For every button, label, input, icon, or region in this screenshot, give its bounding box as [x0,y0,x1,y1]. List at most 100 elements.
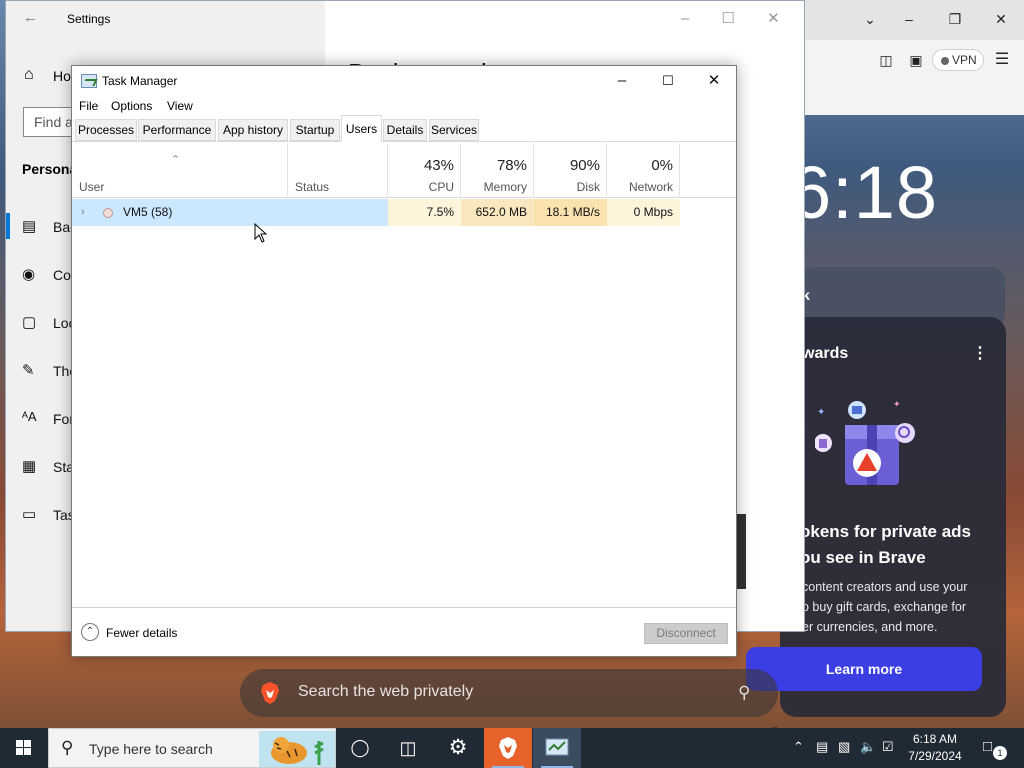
image-icon: ▤ [22,218,37,235]
brave-lion-icon [261,682,279,704]
maximize-button[interactable]: ☐ [645,70,691,94]
settings-gear-icon[interactable]: ⚙ [434,728,482,768]
volume-icon[interactable]: 🔈 [860,739,876,755]
rewards-description: content creators and use your o buy gift… [802,580,968,634]
task-manager-window: Task Manager – ☐ ✕ File Options View Pro… [71,65,737,657]
theme-brush-icon: ✎ [22,362,35,379]
tab-bar: Processes Performance App history Startu… [72,115,736,142]
close-icon[interactable]: ✕ [986,9,1016,29]
background-preview-edge [737,514,746,589]
tab-app-history[interactable]: App history [218,119,288,141]
home-label[interactable]: Ho [53,68,71,84]
sidebar-toggle-icon[interactable]: ◫ [871,50,901,70]
search-icon[interactable]: ⚲ [738,683,750,703]
col-network[interactable]: 0% Network [607,143,680,198]
tray-app-icon[interactable]: ▤ [816,739,828,755]
rewards-heading: okens for private ads ou see in Brave [800,522,972,567]
clock-time[interactable]: 6:18 AM [900,732,970,746]
tab-startup[interactable]: Startup [290,119,340,141]
disconnect-button[interactable]: Disconnect [644,623,728,644]
col-status[interactable]: Status [288,143,388,198]
palette-icon: ◉ [22,266,36,283]
home-icon[interactable]: ⌂ [24,66,34,84]
svg-text:✦: ✦ [893,399,901,409]
system-tray: ⌃ ▤ ▧ 🔈 ☑ 6:18 AM 7/29/2024 □ 1 [790,728,1024,768]
sort-caret-icon: ⌃ [171,154,181,166]
notifications-icon[interactable]: □ [983,738,992,755]
expand-chevron-icon[interactable]: › [81,199,85,226]
taskbar-search-box[interactable]: ⚲ Type here to search [48,728,336,768]
minimize-icon[interactable]: – [894,9,924,29]
col-disk[interactable]: 90% Disk [534,143,607,198]
brave-search-bar[interactable]: Search the web privately ⚲ [240,669,778,717]
settings-window-controls[interactable]: – ☐ ✕ [681,9,780,27]
learn-more-button[interactable]: Learn more [746,647,982,691]
rewards-gift-illustration: ✦ ✦ [815,399,915,485]
notification-count-badge: 1 [993,746,1007,760]
task-view-icon[interactable]: ◫ [384,728,432,768]
windows-logo-icon [16,740,31,755]
cortana-circle-icon[interactable]: ◯ [336,728,384,768]
fonts-icon: ᴬA [22,409,37,424]
card-more-options-icon[interactable]: ⋮ [972,343,988,363]
menu-file[interactable]: File [79,99,98,113]
col-cpu[interactable]: 43% CPU [388,143,461,198]
row-user-cell[interactable]: › VM5 (58) [72,199,388,226]
search-icon: ⚲ [61,738,74,757]
menu-view[interactable]: View [167,99,193,113]
row-memory-cell: 652.0 MB [461,199,534,226]
row-disk-cell: 18.1 MB/s [534,199,607,226]
chevron-up-circle-icon[interactable]: ⌃ [81,623,99,641]
start-grid-icon: ▦ [22,458,37,475]
table-row[interactable]: › VM5 (58) 7.5% 652.0 MB 18.1 MB/s 0 Mbp… [72,199,736,226]
tab-services[interactable]: Services [429,119,479,141]
brave-taskbar-button[interactable] [484,728,532,768]
taskbar-icon: ▭ [22,506,37,523]
brave-lion-icon [499,737,517,759]
lockscreen-icon: ▢ [22,314,37,331]
new-tab-clock: 6:18 [790,151,939,234]
task-manager-footer: ⌃ Fewer details Disconnect [72,607,736,656]
minimize-button[interactable]: – [599,70,645,94]
rewards-title: wards [802,345,849,362]
menu-hamburger-icon[interactable]: ☰ [987,50,1017,70]
col-memory[interactable]: 78% Memory [461,143,534,198]
settings-title: Settings [67,12,111,26]
mouse-cursor-icon [254,223,268,243]
menu-options[interactable]: Options [111,99,152,113]
clock-date[interactable]: 7/29/2024 [900,749,970,763]
taskbar: ⚲ Type here to search ◯ ◫ ⚙ ⌃ ▤ ▧ 🔈 ☑ 6:… [0,728,1024,768]
row-cpu-cell: 7.5% [388,199,461,226]
window-title: Task Manager [102,74,178,88]
column-headers: User Status 43% CPU 78% Memory 90% Disk 0% N… [72,143,736,198]
section-title: Persona [22,161,78,177]
action-center-tray-icon[interactable]: ☑ [882,739,894,755]
svg-text:✦: ✦ [817,407,825,418]
back-arrow-icon[interactable]: ← [23,9,38,26]
task-manager-titlebar[interactable]: Task Manager – ☐ ✕ [72,66,736,96]
brave-browser-toolbar: ⌄ – ❐ ✕ ◫ ▣ ☰ [805,0,1024,115]
tab-search-chevron-icon[interactable]: ⌄ [855,9,885,29]
vpn-status-icon [941,57,949,65]
restore-icon[interactable]: ❐ [940,9,970,29]
network-icon[interactable]: ▧ [838,739,850,755]
row-network-cell: 0 Mbps [607,199,680,226]
wallet-icon[interactable]: ▣ [901,50,931,70]
taskbar-search-placeholder: Type here to search [89,741,213,757]
tab-details[interactable]: Details [383,119,427,141]
start-button[interactable] [0,728,48,768]
search-highlight-tiger-icon [259,731,335,767]
tab-users[interactable]: Users [341,115,382,142]
close-button[interactable]: ✕ [691,70,737,94]
task-manager-app-icon [81,74,97,88]
menu-bar: File Options View [72,96,736,116]
show-hidden-icons-chevron-icon[interactable]: ⌃ [793,739,804,755]
vpn-button[interactable]: VPN [932,49,984,71]
task-manager-taskbar-button[interactable] [533,728,581,768]
tab-performance[interactable]: Performance [138,119,216,141]
col-user[interactable]: User [72,143,288,198]
user-avatar-icon [103,208,113,218]
task-manager-icon [545,738,569,756]
fewer-details-link[interactable]: Fewer details [106,626,177,640]
tab-processes[interactable]: Processes [75,119,137,141]
